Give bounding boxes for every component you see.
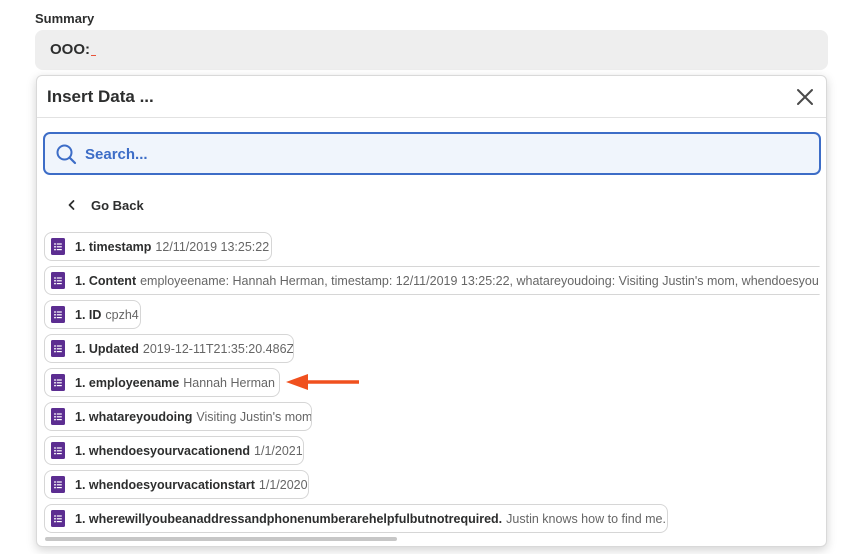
chevron-left-icon xyxy=(68,200,75,210)
item-value: Visiting Justin's mom xyxy=(196,409,312,424)
summary-label: Summary xyxy=(35,11,95,26)
panel-header: Insert Data ... xyxy=(37,76,826,118)
item-value: 1/1/2021 xyxy=(254,443,303,458)
search-icon xyxy=(56,144,77,165)
horizontal-scrollbar[interactable] xyxy=(45,537,397,541)
google-forms-icon xyxy=(51,374,65,391)
list-item[interactable]: 1. ID cpzh4 xyxy=(44,300,141,329)
list-item[interactable]: 1. employeename Hannah Herman xyxy=(44,368,280,397)
google-forms-icon xyxy=(51,442,65,459)
item-value: 2019-12-11T21:35:20.486Z xyxy=(142,341,294,356)
search-box[interactable] xyxy=(43,132,821,175)
panel-title: Insert Data ... xyxy=(47,87,154,106)
list-item[interactable]: 1. Content employeename: Hannah Herman, … xyxy=(44,266,820,295)
insert-data-panel: Insert Data ... Go Back 1. timestamp 12/… xyxy=(36,75,827,547)
annotation-arrow-icon xyxy=(286,374,359,390)
item-value: 12/11/2019 13:25:22 xyxy=(155,239,270,254)
google-forms-icon xyxy=(51,476,65,493)
item-key: 1. Updated xyxy=(75,341,139,356)
item-value: cpzh4 xyxy=(105,307,139,322)
close-icon xyxy=(797,89,813,105)
list-item[interactable]: 1. Updated 2019-12-11T21:35:20.486Z xyxy=(44,334,294,363)
list-item[interactable]: 1. wherewillyoubeanaddressandphonenumber… xyxy=(44,504,668,533)
item-key: 1. employeename xyxy=(75,375,180,390)
summary-value: OOO: xyxy=(50,41,90,58)
list-item[interactable]: 1. whatareyoudoing Visiting Justin's mom xyxy=(44,402,312,431)
google-forms-icon xyxy=(51,272,65,289)
google-forms-icon xyxy=(51,238,65,255)
item-value: Justin knows how to find me. xyxy=(506,511,666,526)
item-key: 1. whendoesyourvacationend xyxy=(75,443,251,458)
list-item[interactable]: 1. whendoesyourvacationstart 1/1/2020 xyxy=(44,470,309,499)
summary-field[interactable]: OOO: xyxy=(35,30,828,70)
list-item[interactable]: 1. timestamp 12/11/2019 13:25:22 xyxy=(44,232,272,261)
data-list: 1. timestamp 12/11/2019 13:25:22 1. Cont… xyxy=(44,232,820,538)
item-key: 1. whatareyoudoing xyxy=(75,409,193,424)
google-forms-icon xyxy=(51,306,65,323)
google-forms-icon xyxy=(51,340,65,357)
item-value: Hannah Herman xyxy=(183,375,275,390)
search-input[interactable] xyxy=(85,142,805,166)
go-back-button[interactable]: Go Back xyxy=(67,196,144,214)
spellcheck-mark xyxy=(91,55,96,56)
item-key: 1. ID xyxy=(75,307,102,322)
google-forms-icon xyxy=(51,408,65,425)
item-key: 1. Content xyxy=(75,273,137,288)
list-item[interactable]: 1. whendoesyourvacationend 1/1/2021 xyxy=(44,436,304,465)
item-key: 1. whendoesyourvacationstart xyxy=(75,477,255,492)
item-key: 1. wherewillyoubeanaddressandphonenumber… xyxy=(75,511,503,526)
item-key: 1. timestamp xyxy=(75,239,152,254)
google-forms-icon xyxy=(51,510,65,527)
item-value: employeename: Hannah Herman, timestamp: … xyxy=(140,273,820,288)
item-value: 1/1/2020 xyxy=(258,477,308,492)
close-button[interactable] xyxy=(794,86,816,108)
go-back-label: Go Back xyxy=(91,197,144,213)
